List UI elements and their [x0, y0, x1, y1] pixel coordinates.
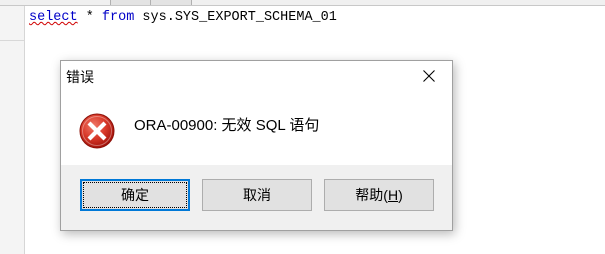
- error-message: ORA-00900: 无效 SQL 语句: [134, 117, 320, 134]
- sql-code-line[interactable]: select * from sys.SYS_EXPORT_SCHEMA_01: [29, 9, 337, 27]
- editor-gutter: [0, 6, 25, 254]
- ok-button[interactable]: 确定: [80, 179, 190, 211]
- sql-star: *: [77, 10, 102, 25]
- help-label-prefix: 帮助(: [355, 187, 388, 203]
- dialog-title: 错误: [66, 69, 94, 85]
- dialog-titlebar[interactable]: 错误: [61, 61, 452, 91]
- help-accelerator-key: H: [387, 187, 399, 203]
- close-button[interactable]: [406, 61, 452, 91]
- error-dialog: 错误 ORA-00900: 无效 SQL 语句 确定 取消 帮助(H): [60, 60, 453, 231]
- help-button[interactable]: 帮助(H): [324, 179, 434, 211]
- editor-tab-strip: [0, 0, 605, 6]
- gutter-divider: [0, 40, 24, 41]
- sql-keyword-from: from: [101, 10, 135, 25]
- dialog-content: ORA-00900: 无效 SQL 语句: [61, 91, 452, 165]
- help-label-suffix: ): [398, 187, 403, 203]
- cancel-button[interactable]: 取消: [202, 179, 312, 211]
- sql-keyword-select: select: [29, 10, 78, 25]
- ok-button-label: 确定: [121, 187, 149, 203]
- close-icon: [423, 70, 435, 82]
- editor-tab[interactable]: [150, 0, 192, 5]
- error-icon: [79, 113, 115, 149]
- help-button-label: 帮助(H): [355, 185, 402, 205]
- sql-table-name: sys.SYS_EXPORT_SCHEMA_01: [134, 10, 337, 25]
- cancel-button-label: 取消: [243, 187, 271, 203]
- editor-tab[interactable]: [110, 0, 152, 5]
